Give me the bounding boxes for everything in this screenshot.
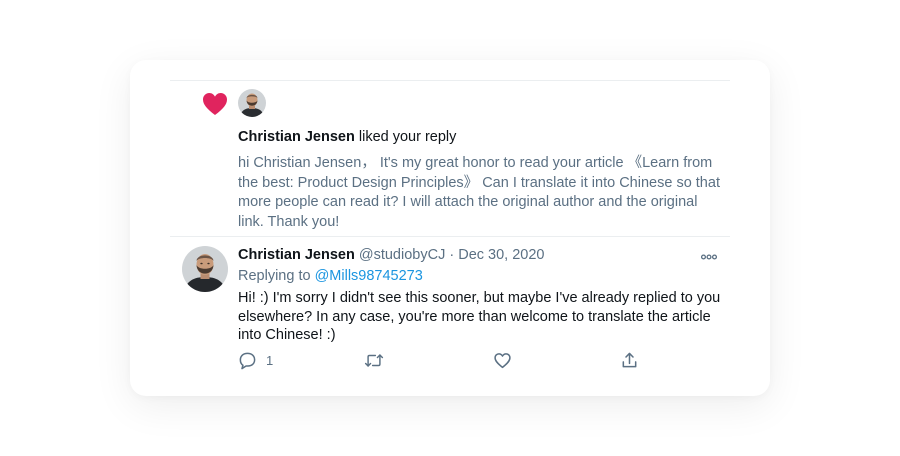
liker-avatar[interactable] <box>238 89 266 117</box>
reply-icon <box>238 351 257 370</box>
tweet-header: Christian Jensen @studiobyCJ · Dec 30, 2… <box>238 247 544 263</box>
replying-to-label: Replying to <box>238 268 315 284</box>
like-icon <box>493 351 512 370</box>
share-icon <box>620 351 639 370</box>
liker-name[interactable]: Christian Jensen <box>238 129 355 145</box>
reply-count: 1 <box>266 352 274 368</box>
replying-to-mention[interactable]: @Mills98745273 <box>315 268 423 284</box>
quoted-reply-text[interactable]: hi Christian Jensen， It's my great honor… <box>238 154 723 232</box>
author-avatar[interactable] <box>182 246 228 292</box>
header-separator: · <box>445 247 459 263</box>
tweet-text: Hi! :) I'm sorry I didn't see this soone… <box>238 290 721 343</box>
author-handle[interactable]: @studiobyCJ <box>359 247 445 263</box>
middle-divider <box>170 236 730 237</box>
notification-text: Christian Jensen liked your reply <box>238 129 456 145</box>
retweet-icon <box>364 351 384 370</box>
top-divider <box>170 80 730 81</box>
share-button[interactable] <box>620 350 639 370</box>
heart-icon <box>202 92 228 116</box>
like-button[interactable] <box>493 350 512 370</box>
author-name[interactable]: Christian Jensen <box>238 247 355 263</box>
retweet-button[interactable] <box>364 350 384 370</box>
tweet-date[interactable]: Dec 30, 2020 <box>458 247 544 263</box>
notification-action-text: liked your reply <box>354 129 457 145</box>
reply-button[interactable]: 1 <box>238 350 273 370</box>
more-horizontal-icon[interactable] <box>700 250 718 262</box>
replying-to-line: Replying to @Mills98745273 <box>238 268 423 284</box>
notification-card: Christian Jensen liked your reply hi Chr… <box>130 60 770 396</box>
